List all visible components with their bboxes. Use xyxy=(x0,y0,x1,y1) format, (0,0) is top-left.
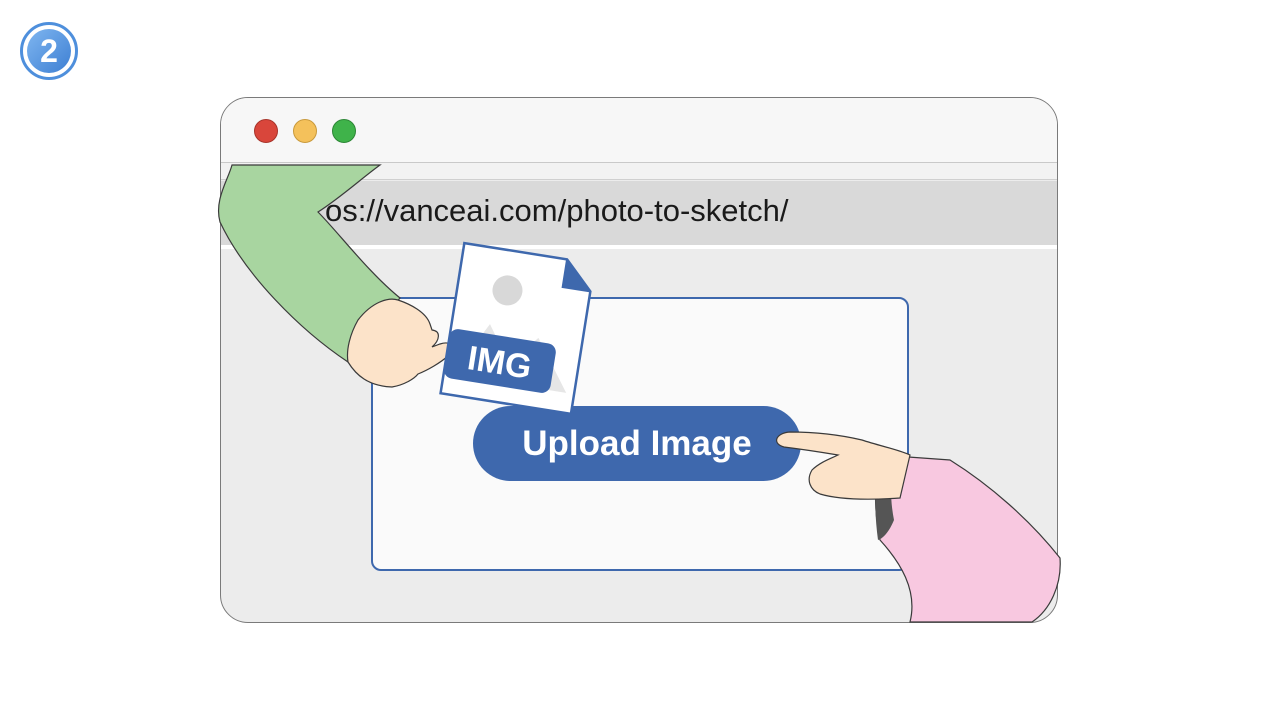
tab-strip xyxy=(221,163,1057,180)
upload-image-button[interactable]: Upload Image xyxy=(473,406,801,481)
address-bar[interactable]: os://vanceai.com/photo-to-sketch/ xyxy=(221,181,1057,249)
maximize-window-button[interactable] xyxy=(332,119,356,143)
close-window-button[interactable] xyxy=(254,119,278,143)
url-text: os://vanceai.com/photo-to-sketch/ xyxy=(325,193,789,228)
browser-window: os://vanceai.com/photo-to-sketch/ Upload… xyxy=(220,97,1058,623)
browser-titlebar xyxy=(221,98,1057,163)
minimize-window-button[interactable] xyxy=(293,119,317,143)
step-number: 2 xyxy=(27,29,71,73)
step-number-badge: 2 xyxy=(20,22,78,80)
